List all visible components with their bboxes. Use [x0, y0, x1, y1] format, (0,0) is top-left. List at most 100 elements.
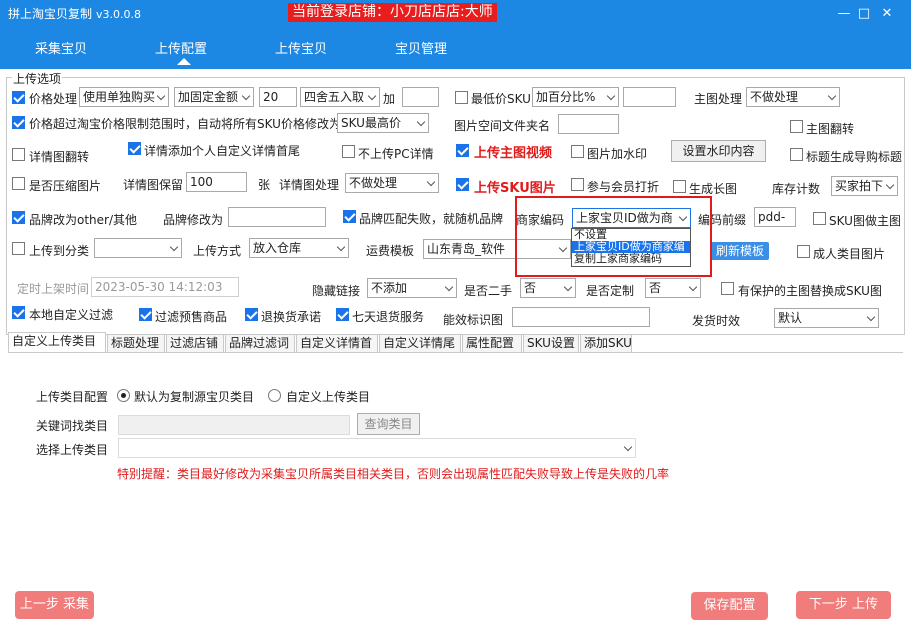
- upload-method-label: 上传方式: [193, 244, 242, 258]
- stock-select[interactable]: 买家拍下: [831, 176, 898, 196]
- protect-checkbox[interactable]: [721, 282, 734, 295]
- adult-label: 成人类目图片: [813, 247, 886, 261]
- watermark-checkbox[interactable]: [571, 145, 584, 158]
- presale-label: 过滤预售商品: [155, 310, 228, 324]
- upload-cat-select[interactable]: [94, 238, 182, 258]
- long-img-checkbox[interactable]: [673, 180, 686, 193]
- sku-main-checkbox[interactable]: [813, 212, 826, 225]
- brand-change-input[interactable]: [228, 207, 326, 227]
- app-version: v3.0.0.8: [96, 8, 142, 21]
- price-process-checkbox[interactable]: [12, 91, 25, 104]
- local-filter-label: 本地自定义过滤: [29, 308, 114, 322]
- dropdown-option-none[interactable]: 不设置: [572, 229, 690, 241]
- nav-upload-config[interactable]: 上传配置: [155, 38, 207, 57]
- add-mode-select[interactable]: 加固定金额: [174, 87, 254, 107]
- detail-header-checkbox[interactable]: [128, 142, 141, 155]
- code-prefix-input[interactable]: pdd-: [754, 207, 796, 227]
- detail-flip-label: 详情图翻转: [29, 150, 90, 164]
- active-nav-indicator: [177, 58, 191, 65]
- nav-upload-items[interactable]: 上传宝贝: [275, 38, 327, 57]
- dropdown-option-source-id[interactable]: 上家宝贝ID做为商家编: [572, 241, 690, 253]
- keep-input[interactable]: 100: [186, 172, 247, 192]
- lowest-mode-select[interactable]: 加百分比%: [532, 87, 619, 107]
- tab-filter-shop[interactable]: 过滤店铺: [166, 334, 224, 353]
- no-pc-checkbox[interactable]: [342, 145, 355, 158]
- hide-link-select[interactable]: 不添加: [367, 278, 457, 298]
- radio-default-category[interactable]: [117, 389, 130, 402]
- tab-detail-footer[interactable]: 自定义详情尾: [379, 334, 461, 353]
- exceed-limit-label: 价格超过淘宝价格限制范围时，自动将所有SKU价格修改为: [29, 117, 341, 131]
- no-pc-label: 不上传PC详情: [358, 147, 434, 161]
- round-mode-select[interactable]: 四舍五入取: [300, 87, 380, 107]
- detail-proc-select[interactable]: 不做处理: [345, 173, 439, 193]
- watermark-label: 图片加水印: [587, 147, 648, 161]
- keyword-input[interactable]: [118, 415, 350, 435]
- seven-day-label: 七天退货服务: [352, 310, 425, 324]
- tab-title-process[interactable]: 标题处理: [107, 334, 165, 353]
- seven-day-checkbox[interactable]: [336, 308, 349, 321]
- select-cat-select[interactable]: [118, 438, 636, 458]
- dropdown-option-copy-code[interactable]: 复制上家商家编码: [572, 253, 690, 265]
- tab-sku-settings[interactable]: SKU设置: [523, 334, 579, 353]
- tab-attr-config[interactable]: 属性配置: [462, 334, 522, 353]
- title-guide-checkbox[interactable]: [790, 148, 803, 161]
- save-config-button[interactable]: 保存配置: [691, 592, 768, 620]
- upload-cat-label: 上传到分类: [29, 244, 90, 258]
- close-icon[interactable]: ✕: [879, 6, 895, 22]
- tab-brand-filter[interactable]: 品牌过滤词: [225, 334, 295, 353]
- sku-img-label: 上传SKU图片: [474, 181, 556, 196]
- main-flip-label: 主图翻转: [806, 122, 855, 136]
- brand-random-checkbox[interactable]: [343, 210, 356, 223]
- upload-cat-checkbox[interactable]: [12, 242, 25, 255]
- main-flip-checkbox[interactable]: [790, 120, 803, 133]
- brand-other-checkbox[interactable]: [12, 211, 25, 224]
- nav-item-manage[interactable]: 宝贝管理: [395, 38, 447, 57]
- compress-checkbox[interactable]: [12, 177, 25, 190]
- nav-collect[interactable]: 采集宝贝: [35, 38, 87, 57]
- plus-value-input[interactable]: [402, 87, 439, 107]
- maximize-icon[interactable]: □: [856, 6, 872, 22]
- tab-add-sku[interactable]: 添加SKU: [580, 334, 632, 353]
- second-hand-label: 是否二手: [464, 284, 513, 298]
- title-guide-label: 标题生成导购标题: [806, 150, 903, 164]
- sku-img-checkbox[interactable]: [456, 178, 469, 191]
- return-promise-checkbox[interactable]: [245, 308, 258, 321]
- add-value-input[interactable]: 20: [259, 87, 297, 107]
- exceed-mode-select[interactable]: SKU最高价: [337, 113, 429, 133]
- lowest-sku-checkbox[interactable]: [455, 91, 468, 104]
- tab-detail-header[interactable]: 自定义详情首: [296, 334, 378, 353]
- lowest-value-input[interactable]: [623, 87, 676, 107]
- member-discount-checkbox[interactable]: [571, 178, 584, 191]
- main-nav: 采集宝贝 上传配置 上传宝贝 宝贝管理: [0, 32, 911, 69]
- lowest-sku-label: 最低价SKU: [471, 92, 531, 106]
- upload-method-select[interactable]: 放入仓库: [249, 238, 349, 258]
- prev-step-button[interactable]: 上一步 采集: [15, 591, 94, 619]
- second-hand-select[interactable]: 否: [520, 278, 576, 298]
- folder-input[interactable]: [558, 114, 619, 134]
- search-category-button[interactable]: 查询类目: [357, 413, 420, 435]
- radio-custom-category[interactable]: [268, 389, 281, 402]
- capability-input[interactable]: [512, 307, 650, 327]
- next-step-button[interactable]: 下一步 上传: [796, 591, 891, 619]
- ship-select[interactable]: 默认: [774, 308, 879, 328]
- main-img-select[interactable]: 不做处理: [746, 87, 840, 107]
- timed-input[interactable]: 2023-05-30 14:12:03: [91, 277, 239, 297]
- folder-label: 图片空间文件夹名: [454, 119, 551, 133]
- refresh-template-button[interactable]: 刷新模板: [711, 242, 769, 260]
- main-img-label: 主图处理: [694, 92, 743, 106]
- set-watermark-button[interactable]: 设置水印内容: [671, 140, 766, 162]
- local-filter-checkbox[interactable]: [12, 306, 25, 319]
- main-video-checkbox[interactable]: [456, 144, 469, 157]
- merchant-code-dropdown[interactable]: 不设置 上家宝贝ID做为商家编 复制上家商家编码: [571, 228, 691, 267]
- compress-label: 是否压缩图片: [29, 179, 102, 193]
- detail-proc-label: 详情图处理: [279, 178, 340, 192]
- tab-custom-category[interactable]: 自定义上传类目: [8, 332, 106, 353]
- long-img-label: 生成长图: [689, 182, 738, 196]
- presale-checkbox[interactable]: [139, 308, 152, 321]
- adult-checkbox[interactable]: [797, 245, 810, 258]
- price-mode-select[interactable]: 使用单独购买: [79, 87, 169, 107]
- minimize-icon[interactable]: —: [836, 6, 852, 22]
- detail-flip-checkbox[interactable]: [12, 148, 25, 161]
- exceed-limit-checkbox[interactable]: [12, 116, 25, 129]
- custom-select[interactable]: 否: [645, 278, 701, 298]
